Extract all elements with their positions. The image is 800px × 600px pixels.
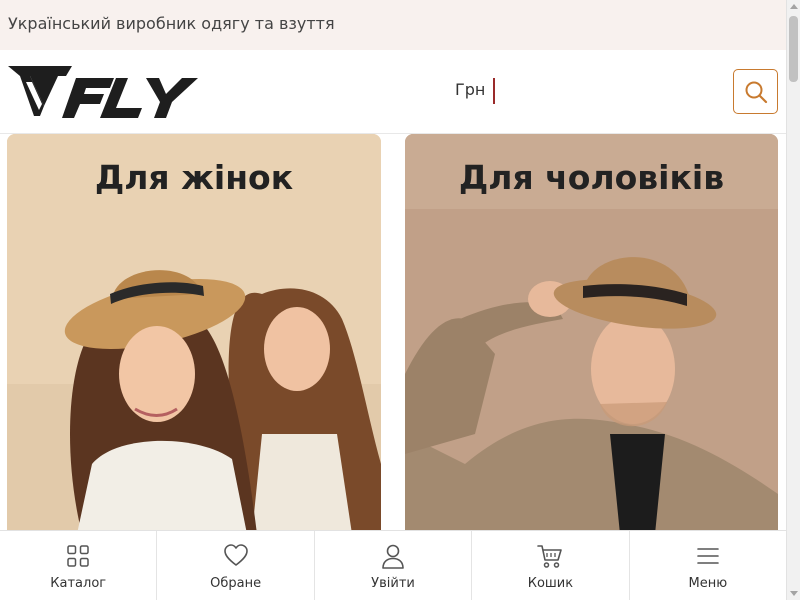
category-title-men: Для чоловіків [458,158,725,197]
bottom-navigation: Каталог Обране Увійти Кошик Меню [0,530,786,600]
category-card-men[interactable]: Для чоловіків [405,134,778,534]
nav-favorites[interactable]: Обране [157,531,315,600]
fly-logo-graphic [8,66,198,118]
nav-catalog-label: Каталог [50,576,107,591]
nav-login-label: Увійти [371,576,415,591]
nav-cart-label: Кошик [527,576,574,591]
top-announcement-bar: Український виробник одягу та взуття [0,0,786,50]
category-title-women: Для жінок [94,158,294,197]
scroll-up-arrow-icon[interactable] [790,4,798,9]
nav-cart[interactable]: Кошик [472,531,630,600]
search-icon [745,81,767,103]
page-scrollbar[interactable] [786,0,800,600]
heart-icon [223,544,248,566]
site-header: Грн [0,50,786,134]
scroll-down-arrow-icon[interactable] [790,591,798,596]
nav-catalog[interactable]: Каталог [0,531,158,600]
grid-icon [67,545,89,567]
user-icon [382,544,404,569]
nav-menu[interactable]: Меню [630,531,786,600]
nav-menu-label: Меню [688,576,728,591]
tagline: Український виробник одягу та взуття [8,14,335,33]
nav-favorites-label: Обране [210,576,262,591]
cart-icon [537,545,563,568]
search-button[interactable] [733,69,778,114]
site-logo[interactable] [6,64,208,120]
menu-icon [697,548,719,564]
nav-login[interactable]: Увійти [315,531,473,600]
currency-divider [493,78,495,104]
category-card-women[interactable]: Для жінок [7,134,381,534]
scrollbar-thumb[interactable] [789,16,798,82]
currency-selector[interactable]: Грн [455,80,485,99]
